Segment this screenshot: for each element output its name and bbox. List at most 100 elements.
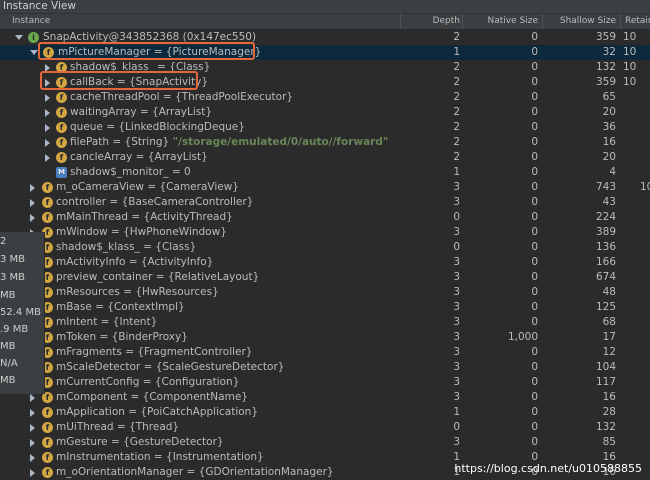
- tree-row[interactable]: f mFragments = {FragmentController} 3 0 …: [0, 345, 650, 360]
- tree-row[interactable]: f queue = {LinkedBlockingDeque} 2 0 36: [0, 120, 650, 135]
- column-header-depth[interactable]: Depth: [400, 14, 462, 29]
- row-depth: 1: [453, 451, 460, 463]
- row-depth: 1: [453, 46, 460, 58]
- tree-row[interactable]: f mResources = {HwResources} 3 0 48: [0, 285, 650, 300]
- field-icon: f: [42, 452, 53, 463]
- tree-row[interactable]: f controller = {BaseCameraController} 3 …: [0, 195, 650, 210]
- row-label: mApplication = {PoiCatchApplication}: [56, 406, 259, 418]
- row-depth: 3: [453, 301, 460, 313]
- row-native-size: 0: [531, 241, 538, 253]
- row-native-size: 0: [531, 166, 538, 178]
- collapse-arrow-icon[interactable]: [30, 50, 38, 55]
- row-label: mWindow = {HwPhoneWindow}: [56, 226, 227, 238]
- tree-row[interactable]: f mMainThread = {ActivityThread} 0 0 224: [0, 210, 650, 225]
- row-depth: 2: [453, 151, 460, 163]
- row-label: mResources = {HwResources}: [56, 286, 219, 298]
- expand-arrow-icon[interactable]: [30, 424, 35, 432]
- row-depth: 3: [453, 196, 460, 208]
- row-retained-size: 10: [640, 181, 650, 193]
- row-depth: 2: [453, 136, 460, 148]
- row-depth: 2: [453, 76, 460, 88]
- expand-arrow-icon[interactable]: [30, 469, 35, 477]
- column-header-retained-size[interactable]: Retaine: [620, 14, 650, 29]
- field-icon: f: [56, 137, 67, 148]
- row-native-size: 0: [531, 151, 538, 163]
- expand-arrow-icon[interactable]: [30, 409, 35, 417]
- field-icon: f: [42, 197, 53, 208]
- row-native-size: 0: [531, 316, 538, 328]
- tree-row[interactable]: f mComponent = {ComponentName} 3 0 16: [0, 390, 650, 405]
- tree-row[interactable]: f mCurrentConfig = {Configuration} 3 0 1…: [0, 375, 650, 390]
- field-icon: f: [42, 212, 53, 223]
- expand-arrow-icon[interactable]: [45, 124, 50, 132]
- column-header-shallow-size[interactable]: Shallow Size: [542, 14, 620, 29]
- tree-row[interactable]: f shadow$_klass_ = {Class} 0 0 136: [0, 240, 650, 255]
- row-shallow-size: 28: [602, 406, 616, 418]
- tree-row[interactable]: f filePath = {String} "/storage/emulated…: [0, 135, 650, 150]
- row-depth: 3: [453, 181, 460, 193]
- row-depth: 3: [453, 271, 460, 283]
- row-depth: 2: [453, 106, 460, 118]
- field-icon: f: [56, 107, 67, 118]
- row-shallow-size: 132: [595, 61, 616, 73]
- row-label: m_oOrientationManager = {GDOrientationMa…: [56, 466, 334, 478]
- expand-arrow-icon[interactable]: [45, 109, 50, 117]
- expand-arrow-icon[interactable]: [30, 439, 35, 447]
- string-value: "/storage/emulated/0/auto//forward": [172, 136, 389, 148]
- row-label: mScaleDetector = {ScaleGestureDetector}: [56, 361, 285, 373]
- annotation-highlight-box: [40, 71, 198, 90]
- tree-row[interactable]: f mActivityInfo = {ActivityInfo} 3 0 166: [0, 255, 650, 270]
- tree-row[interactable]: f mToken = {BinderProxy} 3 1,000 17: [0, 330, 650, 345]
- tree-row[interactable]: f mGesture = {GestureDetector} 3 0 85: [0, 435, 650, 450]
- expand-arrow-icon[interactable]: [45, 94, 50, 102]
- tree-row[interactable]: f mWindow = {HwPhoneWindow} 3 0 389: [0, 225, 650, 240]
- column-header-instance[interactable]: Instance: [0, 14, 400, 29]
- memory-value: 3 MB: [0, 254, 26, 265]
- tree-row[interactable]: f mIntent = {Intent} 3 0 68: [0, 315, 650, 330]
- tree-row[interactable]: f m_oCameraView = {CameraView} 3 0 743 1…: [0, 180, 650, 195]
- tree-row[interactable]: f preview_container = {RelativeLayout} 3…: [0, 270, 650, 285]
- tree-row[interactable]: M shadow$_monitor_ = 0 1 0 4: [0, 165, 650, 180]
- row-label: filePath = {String} "/storage/emulated/0…: [70, 135, 388, 150]
- row-shallow-size: 48: [602, 286, 616, 298]
- expand-arrow-icon[interactable]: [30, 394, 35, 402]
- row-shallow-size: 136: [595, 241, 616, 253]
- tree-row[interactable]: f mBase = {ContextImpl} 3 0 125: [0, 300, 650, 315]
- tree-row[interactable]: f cacheThreadPool = {ThreadPoolExecutor}…: [0, 90, 650, 105]
- row-label: mBase = {ContextImpl}: [56, 301, 185, 313]
- row-retained-size: 10: [623, 76, 637, 88]
- tree-row[interactable]: f mApplication = {PoiCatchApplication} 1…: [0, 405, 650, 420]
- expand-arrow-icon[interactable]: [30, 454, 35, 462]
- row-label: preview_container = {RelativeLayout}: [56, 271, 260, 283]
- row-label: m_oCameraView = {CameraView}: [56, 181, 239, 193]
- row-shallow-size: 85: [602, 436, 616, 448]
- row-native-size: 0: [531, 61, 538, 73]
- column-header-native-size[interactable]: Native Size: [462, 14, 542, 29]
- row-shallow-size: 4: [609, 166, 616, 178]
- row-label: shadow$_monitor_ = 0: [70, 166, 191, 178]
- expand-arrow-icon[interactable]: [30, 184, 35, 192]
- row-depth: 3: [453, 286, 460, 298]
- memory-value: 3 MB: [0, 272, 26, 283]
- tree-row[interactable]: f mUiThread = {Thread} 0 0 132: [0, 420, 650, 435]
- expand-arrow-icon[interactable]: [30, 214, 35, 222]
- row-shallow-size: 68: [602, 316, 616, 328]
- row-label: mMainThread = {ActivityThread}: [56, 211, 233, 223]
- expand-arrow-icon[interactable]: [30, 199, 35, 207]
- row-label: mInstrumentation = {Instrumentation}: [56, 451, 264, 463]
- field-icon: f: [42, 467, 53, 478]
- row-label: cancleArray = {ArrayList}: [70, 151, 208, 163]
- row-native-size: 0: [531, 346, 538, 358]
- tree-row[interactable]: f cancleArray = {ArrayList} 2 0 20: [0, 150, 650, 165]
- expand-arrow-icon[interactable]: [45, 154, 50, 162]
- row-shallow-size: 12: [602, 346, 616, 358]
- expand-arrow-icon[interactable]: [45, 139, 50, 147]
- row-depth: 3: [453, 391, 460, 403]
- tree-row[interactable]: f waitingArray = {ArrayList} 2 0 20: [0, 105, 650, 120]
- field-icon: f: [56, 122, 67, 133]
- row-shallow-size: 43: [602, 196, 616, 208]
- row-shallow-size: 117: [595, 376, 616, 388]
- row-shallow-size: 224: [595, 211, 616, 223]
- tree-row[interactable]: f mScaleDetector = {ScaleGestureDetector…: [0, 360, 650, 375]
- collapse-arrow-icon[interactable]: [15, 35, 23, 40]
